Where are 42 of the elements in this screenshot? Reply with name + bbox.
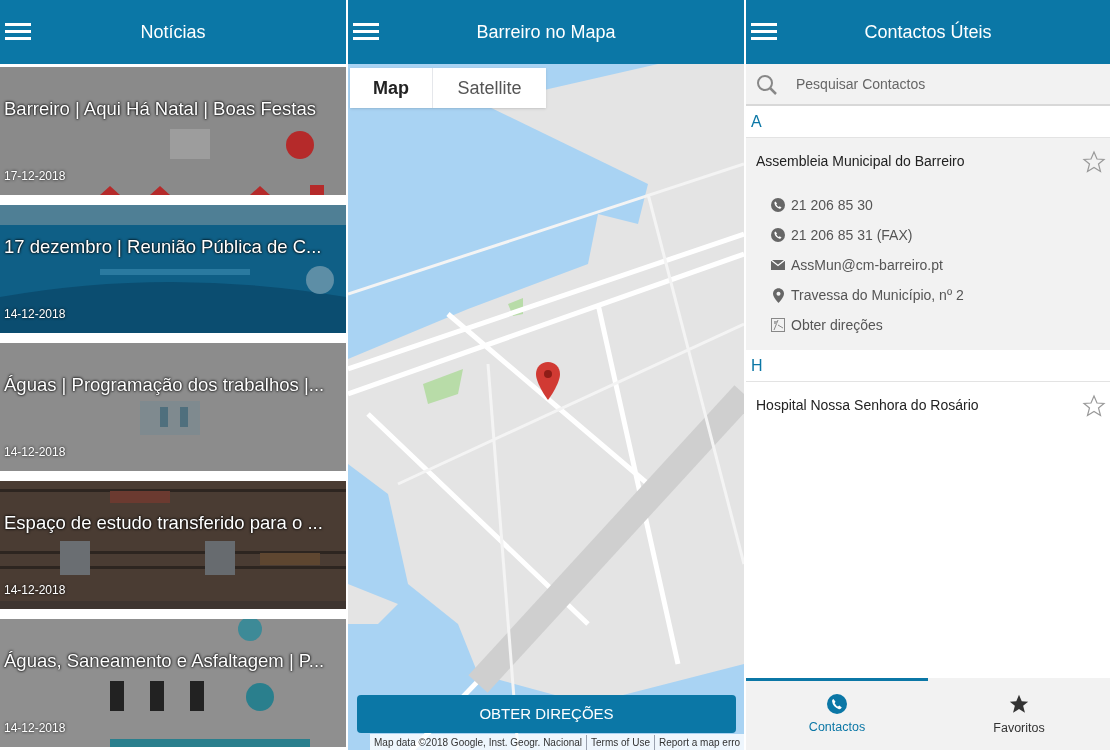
news-title[interactable]: 17 dezembro | Reunião Pública de C... bbox=[4, 233, 344, 261]
section-letter: A bbox=[751, 111, 762, 132]
news-date: 14-12-2018 bbox=[4, 720, 66, 737]
contact-detail: 21 206 85 31 (FAX) bbox=[791, 225, 913, 245]
phone-icon bbox=[771, 228, 785, 242]
news-date: 14-12-2018 bbox=[4, 306, 66, 323]
map-type-tab[interactable]: Map bbox=[350, 68, 432, 108]
map-attribution: Map data ©2018 Google, Inst. Geogr. Nacional bbox=[373, 735, 584, 750]
menu-icon[interactable] bbox=[352, 22, 380, 42]
section-letter: H bbox=[751, 355, 763, 376]
directions-button[interactable]: OBTER DIREÇÕES bbox=[357, 695, 736, 733]
contact-detail: 21 206 85 30 bbox=[791, 195, 873, 215]
map-icon bbox=[771, 318, 785, 332]
bottom-tab[interactable]: Contactos bbox=[746, 678, 928, 750]
star-icon[interactable] bbox=[1082, 394, 1106, 418]
contact-detail: Travessa do Município, nº 2 bbox=[791, 285, 964, 305]
map-link[interactable]: Terms of Use bbox=[586, 734, 654, 750]
contact-card[interactable]: Assembleia Municipal do Barreiro 21 206 85 30 21 206 85 31 (FAX) AssMun@cm-barreiro.pt Travessa do Município, nº 2 Obter direções bbox=[746, 138, 1110, 350]
news-date: 14-12-2018 bbox=[4, 444, 66, 461]
screen-title: Notícias bbox=[140, 20, 206, 44]
location-pin-icon bbox=[772, 287, 784, 303]
contact-name: Assembleia Municipal do Barreiro bbox=[756, 152, 965, 171]
directions-link[interactable]: Obter direções bbox=[791, 314, 883, 336]
news-title[interactable]: Espaço de estudo transferido para o ... bbox=[4, 509, 344, 537]
screen-title: Barreiro no Mapa bbox=[476, 20, 616, 44]
bottom-tab[interactable]: Favoritos bbox=[928, 678, 1110, 750]
menu-icon[interactable] bbox=[4, 22, 32, 42]
map-link[interactable]: Report a map erro bbox=[653, 734, 744, 750]
map-type-tab[interactable]: Satellite bbox=[432, 68, 546, 108]
search-icon bbox=[756, 74, 778, 96]
news-date: 17-12-2018 bbox=[4, 168, 66, 185]
contact-detail: AssMun@cm-barreiro.pt bbox=[791, 255, 943, 275]
phone-icon bbox=[827, 694, 847, 715]
screen-title: Contactos Úteis bbox=[864, 20, 992, 44]
contact-name: Hospital Nossa Senhora do Rosário bbox=[756, 396, 979, 415]
search-field[interactable]: Pesquisar Contactos bbox=[746, 64, 1110, 106]
menu-icon[interactable] bbox=[750, 22, 778, 42]
map-pin-icon bbox=[536, 362, 560, 400]
news-date: 14-12-2018 bbox=[4, 582, 66, 599]
star-icon[interactable] bbox=[1082, 150, 1106, 174]
envelope-icon bbox=[771, 260, 785, 270]
phone-icon bbox=[771, 198, 785, 212]
